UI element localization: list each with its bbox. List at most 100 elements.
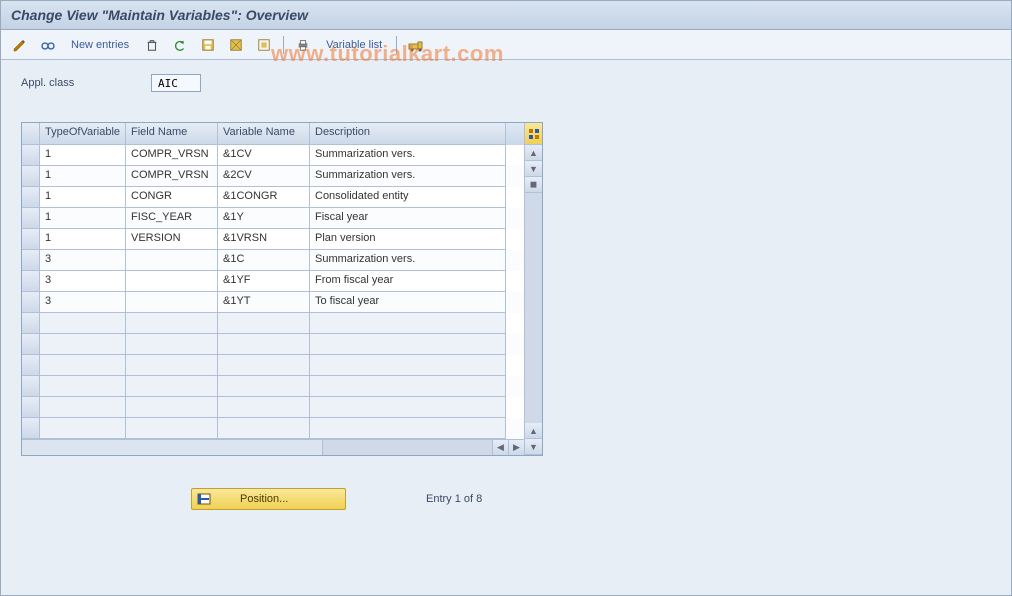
cell-field[interactable]: FISC_YEAR — [126, 208, 218, 229]
cell-desc[interactable]: Consolidated entity — [310, 187, 506, 208]
scroll-up-2[interactable]: ▲ — [525, 423, 542, 439]
col-type[interactable]: TypeOfVariable — [40, 123, 126, 145]
save-icon[interactable] — [197, 34, 219, 56]
row-selector[interactable] — [22, 250, 40, 271]
row-selector[interactable] — [22, 418, 40, 439]
row-selector[interactable] — [22, 208, 40, 229]
position-button[interactable]: Position... — [191, 488, 346, 510]
cell-var[interactable]: &2CV — [218, 166, 310, 187]
table-row[interactable] — [22, 418, 524, 439]
row-selector[interactable] — [22, 187, 40, 208]
table-settings-icon[interactable] — [525, 123, 542, 145]
toggle-display-change-icon[interactable] — [9, 34, 31, 56]
row-selector[interactable] — [22, 271, 40, 292]
appl-class-input[interactable] — [151, 74, 201, 92]
cell-type[interactable]: 1 — [40, 229, 126, 250]
cell-field[interactable] — [126, 250, 218, 271]
hscroll-left[interactable]: ◀ — [492, 440, 508, 455]
table-row[interactable] — [22, 376, 524, 397]
row-selector[interactable] — [22, 166, 40, 187]
row-selector[interactable] — [22, 355, 40, 376]
print-icon[interactable] — [292, 34, 314, 56]
cell-field[interactable]: VERSION — [126, 229, 218, 250]
cell-field[interactable]: COMPR_VRSN — [126, 166, 218, 187]
cell-desc[interactable] — [310, 313, 506, 334]
cell-type[interactable]: 3 — [40, 250, 126, 271]
cell-field[interactable]: CONGR — [126, 187, 218, 208]
scroll-down-2[interactable]: ▼ — [525, 439, 542, 455]
row-selector[interactable] — [22, 397, 40, 418]
cell-desc[interactable]: Summarization vers. — [310, 166, 506, 187]
new-entries-button[interactable]: New entries — [65, 39, 135, 51]
cell-field[interactable] — [126, 292, 218, 313]
table-row[interactable]: 1CONGR&1CONGRConsolidated entity — [22, 187, 524, 208]
cell-var[interactable]: &1CONGR — [218, 187, 310, 208]
cell-desc[interactable] — [310, 334, 506, 355]
cell-desc[interactable]: Fiscal year — [310, 208, 506, 229]
undo-icon[interactable] — [169, 34, 191, 56]
cell-field[interactable] — [126, 271, 218, 292]
cell-desc[interactable]: Summarization vers. — [310, 250, 506, 271]
cell-var[interactable] — [218, 376, 310, 397]
cell-desc[interactable] — [310, 376, 506, 397]
cell-var[interactable]: &1YT — [218, 292, 310, 313]
row-selector[interactable] — [22, 313, 40, 334]
cell-var[interactable]: &1C — [218, 250, 310, 271]
cell-type[interactable] — [40, 376, 126, 397]
row-selector[interactable] — [22, 334, 40, 355]
table-row[interactable]: 1FISC_YEAR&1YFiscal year — [22, 208, 524, 229]
row-selector[interactable] — [22, 229, 40, 250]
table-row[interactable] — [22, 397, 524, 418]
cell-field[interactable] — [126, 334, 218, 355]
cell-desc[interactable]: Summarization vers. — [310, 145, 506, 166]
cell-field[interactable] — [126, 397, 218, 418]
table-row[interactable]: 1VERSION&1VRSNPlan version — [22, 229, 524, 250]
cell-var[interactable]: &1VRSN — [218, 229, 310, 250]
table-row[interactable]: 3&1YTTo fiscal year — [22, 292, 524, 313]
variable-list-button[interactable]: Variable list — [320, 39, 388, 51]
cell-desc[interactable] — [310, 355, 506, 376]
cell-desc[interactable]: To fiscal year — [310, 292, 506, 313]
cell-var[interactable] — [218, 418, 310, 439]
cell-field[interactable] — [126, 418, 218, 439]
col-variable-name[interactable]: Variable Name — [218, 123, 310, 145]
scroll-down[interactable]: ▼ — [525, 161, 542, 177]
delete-icon[interactable] — [141, 34, 163, 56]
cell-type[interactable] — [40, 355, 126, 376]
cell-type[interactable]: 3 — [40, 292, 126, 313]
table-row[interactable]: 3&1CSummarization vers. — [22, 250, 524, 271]
glasses-find-icon[interactable] — [37, 34, 59, 56]
vscroll-track[interactable] — [525, 193, 542, 423]
cell-type[interactable]: 1 — [40, 187, 126, 208]
col-description[interactable]: Description — [310, 123, 506, 145]
cell-type[interactable]: 1 — [40, 145, 126, 166]
cell-field[interactable] — [126, 313, 218, 334]
scroll-up[interactable]: ▲ — [525, 145, 542, 161]
cell-desc[interactable]: Plan version — [310, 229, 506, 250]
cell-var[interactable]: &1CV — [218, 145, 310, 166]
hscroll-right[interactable]: ▶ — [508, 440, 524, 455]
cell-desc[interactable]: From fiscal year — [310, 271, 506, 292]
cell-field[interactable] — [126, 355, 218, 376]
cell-type[interactable]: 1 — [40, 208, 126, 229]
cell-desc[interactable] — [310, 418, 506, 439]
cell-var[interactable]: &1Y — [218, 208, 310, 229]
row-selector[interactable] — [22, 292, 40, 313]
cell-var[interactable] — [218, 334, 310, 355]
cell-type[interactable]: 1 — [40, 166, 126, 187]
cell-type[interactable] — [40, 334, 126, 355]
table-row[interactable]: 1COMPR_VRSN&2CVSummarization vers. — [22, 166, 524, 187]
transport-icon[interactable] — [405, 34, 427, 56]
col-field-name[interactable]: Field Name — [126, 123, 218, 145]
table-row[interactable]: 1COMPR_VRSN&1CVSummarization vers. — [22, 145, 524, 166]
table-row[interactable] — [22, 355, 524, 376]
cell-type[interactable] — [40, 418, 126, 439]
deselect-all-icon[interactable] — [253, 34, 275, 56]
select-all-icon[interactable] — [225, 34, 247, 56]
cell-var[interactable]: &1YF — [218, 271, 310, 292]
table-row[interactable]: 3&1YFFrom fiscal year — [22, 271, 524, 292]
row-selector[interactable] — [22, 376, 40, 397]
table-row[interactable] — [22, 334, 524, 355]
cell-desc[interactable] — [310, 397, 506, 418]
table-row[interactable] — [22, 313, 524, 334]
